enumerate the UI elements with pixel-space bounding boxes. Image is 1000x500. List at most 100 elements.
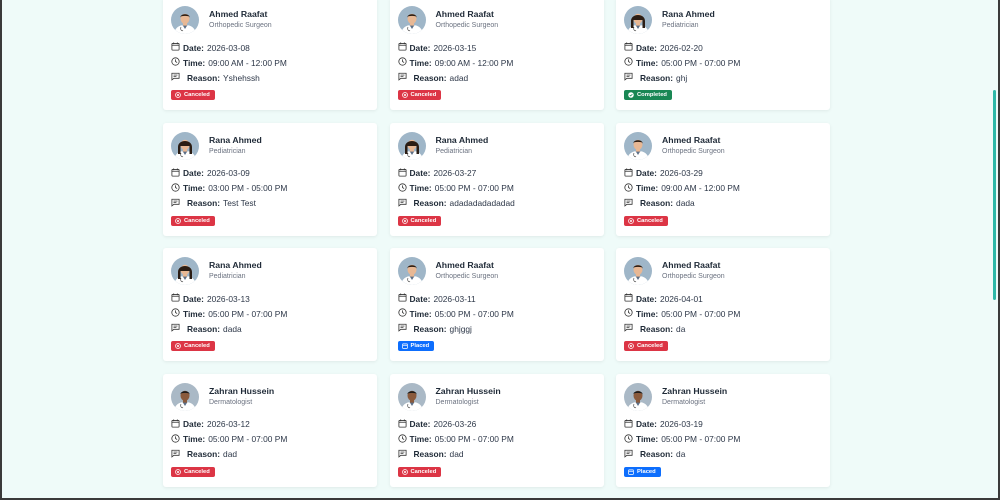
calendar-icon [171,42,183,53]
message-icon [397,72,410,83]
reason-value: ghj [676,72,688,83]
time-label: Time: [636,183,659,193]
date-value: 2026-03-19 [659,419,703,429]
status-badge: Canceled [397,90,442,100]
reason-label: Reason: [413,198,447,208]
appointment-card[interactable]: Zahran Hussein Dermatologist Date: 2026-… [163,373,377,487]
message-icon [397,198,410,209]
doctor-specialty: Pediatrician [209,147,246,155]
status-label: Canceled [410,92,437,98]
calendar-icon [628,469,637,475]
status-badge: Canceled [171,341,215,351]
time-row: Time: 05:00 PM - 07:00 PM [624,432,830,447]
calendar-icon [624,167,636,179]
date-label: Date: [409,419,431,429]
date-row: Date: 2026-03-19 [624,417,830,432]
calendar-icon [397,167,410,179]
appointment-card[interactable]: Rana Ahmed Pediatrician Date: 2026-03-09… [163,122,377,236]
date-value: 2026-03-26 [433,419,477,429]
time-label: Time: [183,57,206,68]
time-label: Time: [409,57,432,68]
appointment-card[interactable]: Ahmed Raafat Orthopedic Surgeon Date: 20… [389,0,604,110]
doctor-specialty: Dermatologist [209,398,253,406]
date-row: Date: 2026-04-01 [624,291,830,306]
doctor-name: Ahmed Raafat [435,9,494,19]
appointment-card[interactable]: Rana Ahmed Pediatrician Date: 2026-03-13… [163,248,377,361]
scrollbar[interactable] [993,90,996,300]
time-row: Time: 05:00 PM - 07:00 PM [624,55,830,70]
doctor-name: Zahran Hussein [209,385,275,396]
time-label: Time: [409,183,432,193]
time-value: 05:00 PM - 07:00 PM [208,308,288,319]
time-value: 05:00 PM - 07:00 PM [434,183,514,193]
x-circle-icon [628,343,637,349]
appointment-card[interactable]: Ahmed Raafat Orthopedic Surgeon Date: 20… [163,0,377,110]
reason-label: Reason: [413,449,447,459]
date-row: Date: 2026-03-27 [397,166,604,181]
doctor-specialty: Orthopedic Surgeon [435,22,499,29]
appointment-card[interactable]: Rana Ahmed Pediatrician Date: 2026-02-20… [616,0,830,110]
reason-row: Reason: da [624,321,830,336]
calendar-icon [401,343,411,349]
appointments-grid: Ahmed Raafat Orthopedic Surgeon Date: 20… [163,0,830,487]
clock-icon [171,57,183,68]
date-label: Date: [636,419,657,429]
reason-value: dad [223,449,238,459]
appointment-card[interactable]: Zahran Hussein Dermatologist Date: 2026-… [616,373,830,487]
reason-label: Reason: [187,72,221,83]
date-label: Date: [183,42,204,53]
date-value: 2026-03-15 [433,42,477,53]
time-row: Time: 05:00 PM - 07:00 PM [171,432,377,447]
date-label: Date: [183,419,204,429]
clock-icon [397,182,410,194]
status-label: Canceled [184,92,210,98]
x-circle-icon [175,343,184,349]
clock-icon [397,57,410,68]
appointment-card[interactable]: Rana Ahmed Pediatrician Date: 2026-03-27… [389,122,604,236]
time-row: Time: 05:00 PM - 07:00 PM [397,306,604,321]
reason-row: Reason: dad [397,447,604,462]
status-label: Canceled [184,343,210,349]
doctor-specialty: Dermatologist [435,398,479,406]
appointment-card[interactable]: Ahmed Raafat Orthopedic Surgeon Date: 20… [389,248,604,361]
appointment-card[interactable]: Ahmed Raafat Orthopedic Surgeon Date: 20… [616,248,830,361]
doctor-name: Rana Ahmed [435,134,489,145]
reason-label: Reason: [413,72,447,83]
time-label: Time: [636,434,659,444]
message-icon [624,323,636,334]
date-label: Date: [636,42,657,53]
calendar-icon [171,293,183,304]
status-label: Completed [637,92,667,98]
doctor-name: Zahran Hussein [435,385,501,396]
doctor-specialty: Dermatologist [662,398,706,406]
status-label: Placed [637,468,656,475]
time-value: 05:00 PM - 07:00 PM [434,434,514,444]
time-value: 05:00 PM - 07:00 PM [661,434,741,444]
clock-icon [397,308,410,319]
time-value: 09:00 AM - 12:00 PM [434,57,514,68]
x-circle-icon [401,468,411,475]
reason-value: da [676,323,686,334]
message-icon [624,198,636,209]
x-circle-icon [175,217,184,224]
time-row: Time: 05:00 PM - 07:00 PM [397,181,604,196]
status-badge: Canceled [171,466,215,477]
status-label: Canceled [184,468,210,475]
appointment-card[interactable]: Zahran Hussein Dermatologist Date: 2026-… [389,373,604,487]
reason-row: Reason: adadadadadadad [397,196,604,211]
reason-value: adadadadadadad [449,198,515,208]
dark-male-doctor-avatar [171,382,199,411]
female-doctor-avatar [624,6,652,34]
dark-male-doctor-avatar [397,382,426,411]
reason-value: adad [449,72,469,83]
appointment-card[interactable]: Ahmed Raafat Orthopedic Surgeon Date: 20… [616,122,830,236]
time-row: Time: 05:00 PM - 07:00 PM [624,306,830,321]
status-badge: Canceled [171,215,215,226]
time-row: Time: 05:00 PM - 07:00 PM [397,432,604,447]
time-label: Time: [636,57,659,68]
doctor-specialty: Orthopedic Surgeon [662,147,725,155]
reason-row: Reason: ghjggj [397,321,604,336]
reason-value: Test Test [223,198,256,208]
reason-value: dada [676,198,695,208]
message-icon [171,449,183,460]
